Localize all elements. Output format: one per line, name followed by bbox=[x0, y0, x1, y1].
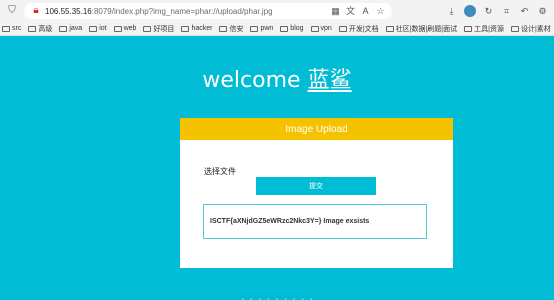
result-text: ISCTF{aXNjdGZ5eWRzc2Nkc3Y=} Image exsist… bbox=[210, 218, 370, 225]
folder-icon bbox=[89, 25, 98, 32]
folder-icon bbox=[2, 25, 10, 32]
bookmark-label: 信安 bbox=[229, 25, 244, 33]
bookmark-item[interactable]: 设计|素材 bbox=[510, 24, 551, 34]
bookmark-item[interactable]: 开发|文档 bbox=[338, 24, 379, 34]
bookmark-item[interactable]: 好项目 bbox=[143, 24, 174, 34]
bookmark-label: java bbox=[69, 25, 83, 32]
bookmark-item[interactable]: 信安 bbox=[219, 24, 243, 34]
bookmark-item[interactable]: 社区|数据|刷题|面试 bbox=[385, 24, 458, 34]
bookmark-label: blog bbox=[290, 25, 304, 32]
url-path: :8079/index.php?img_name=phar://upload/p… bbox=[91, 6, 273, 16]
qr-code-icon[interactable]: ▦ bbox=[330, 3, 341, 19]
welcome-prefix: welcome bbox=[202, 68, 301, 93]
folder-icon bbox=[59, 25, 68, 32]
folder-icon bbox=[219, 25, 228, 32]
result-message: ISCTF{aXNjdGZ5eWRzc2Nkc3Y=} Image exsist… bbox=[203, 204, 427, 239]
crop-icon[interactable]: ⌗ bbox=[501, 3, 512, 19]
bookmark-item[interactable]: iot bbox=[89, 25, 107, 32]
refresh-icon[interactable]: ↻ bbox=[483, 3, 494, 19]
read-aloud-icon[interactable]: A bbox=[360, 3, 371, 19]
address-bar[interactable]: 🔒︎ 106.55.35.16 :8079/index.php?img_name… bbox=[24, 3, 392, 19]
brand-link[interactable]: 蓝鲨 bbox=[308, 68, 352, 93]
star-icon[interactable]: ☆ bbox=[375, 3, 386, 19]
bookmark-item[interactable]: src bbox=[2, 25, 21, 32]
avatar[interactable] bbox=[464, 5, 476, 17]
bookmark-item[interactable]: blog bbox=[280, 25, 304, 32]
welcome-heading: welcome 蓝鲨 bbox=[0, 62, 554, 94]
bookmark-label: iot bbox=[99, 25, 107, 32]
bookmark-item[interactable]: 工具|资源 bbox=[464, 24, 504, 34]
bookmark-item[interactable]: 高级 bbox=[28, 24, 52, 34]
folder-icon bbox=[280, 25, 289, 32]
translate-icon[interactable]: 文 bbox=[345, 3, 356, 19]
bookmark-label: 好项目 bbox=[153, 25, 175, 33]
browser-toolbar: ⛉ 🔒︎ 106.55.35.16 :8079/index.php?img_na… bbox=[0, 0, 554, 22]
bookmark-label: 开发|文档 bbox=[348, 25, 379, 33]
folder-icon bbox=[143, 25, 152, 32]
footer-text: · · · · · · · · · bbox=[240, 290, 314, 300]
bookmarks-bar: src 高级 java iot web 好项目 hacker 信安 pwn blog vpn 开发|文… bbox=[0, 22, 554, 36]
folder-icon bbox=[28, 25, 37, 32]
folder-icon bbox=[113, 25, 122, 32]
lock-icon[interactable]: 🔒︎ bbox=[30, 3, 42, 19]
folder-icon bbox=[181, 25, 190, 32]
bookmark-label: pwn bbox=[260, 25, 274, 32]
submit-button[interactable]: 提交 bbox=[256, 177, 376, 195]
bookmark-label: vpn bbox=[320, 25, 332, 32]
bookmark-item[interactable]: pwn bbox=[250, 25, 273, 32]
folder-icon bbox=[338, 25, 347, 32]
bookmark-label: hacker bbox=[191, 25, 213, 32]
bookmark-item[interactable]: vpn bbox=[310, 25, 332, 32]
bookmark-label: 工具|资源 bbox=[474, 25, 504, 33]
bookmark-label: src bbox=[12, 25, 22, 32]
bookmark-label: 高级 bbox=[38, 25, 53, 33]
bookmark-label: web bbox=[123, 25, 137, 32]
folder-icon bbox=[310, 25, 319, 32]
settings-icon[interactable]: ⚙ bbox=[537, 3, 548, 19]
back-icon[interactable]: ↶ bbox=[519, 3, 530, 19]
folder-icon bbox=[385, 25, 394, 32]
upload-card: Image Upload 选择文件 提交 ISCTF{aXNjdGZ5eWRzc… bbox=[180, 118, 453, 268]
bookmark-item[interactable]: java bbox=[59, 25, 82, 32]
download-icon[interactable]: ⤓ bbox=[446, 3, 457, 19]
bookmark-item[interactable]: web bbox=[113, 25, 137, 32]
bookmark-label: 设计|素材 bbox=[520, 25, 551, 33]
bookmark-item[interactable]: hacker bbox=[181, 25, 212, 32]
url-host: 106.55.35.16 bbox=[45, 6, 92, 16]
file-chooser[interactable]: 选择文件 bbox=[204, 166, 236, 177]
bookmark-label: 社区|数据|刷题|面试 bbox=[395, 25, 458, 33]
folder-icon bbox=[250, 25, 259, 32]
folder-icon bbox=[464, 25, 473, 32]
folder-icon bbox=[510, 25, 519, 32]
shield-icon[interactable]: ⛉ bbox=[6, 3, 18, 19]
card-title: Image Upload bbox=[180, 118, 453, 140]
